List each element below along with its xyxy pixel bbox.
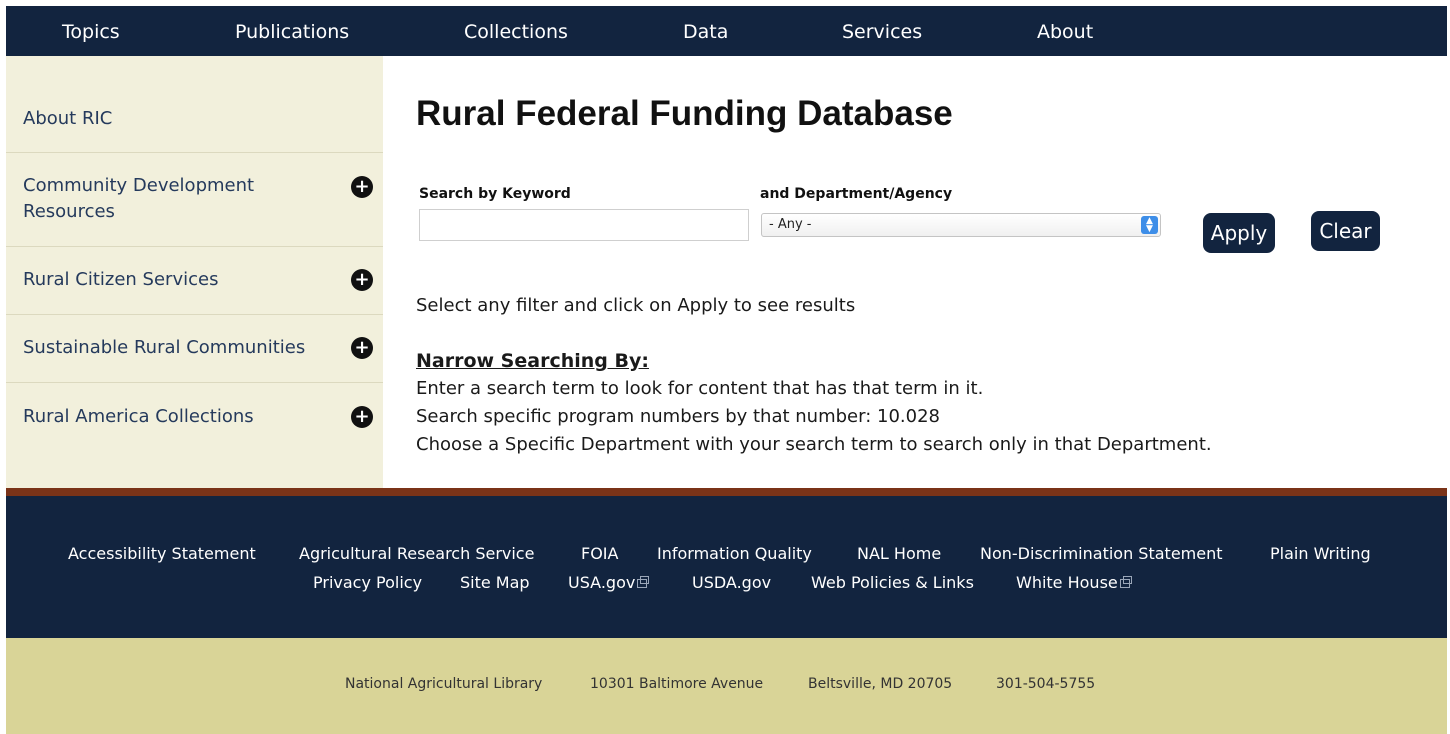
footer-link-web-policies[interactable]: Web Policies & Links xyxy=(811,573,974,592)
footer-link-usa-gov[interactable]: USA.gov xyxy=(568,573,650,592)
external-link-icon xyxy=(637,576,650,588)
department-select-value: - Any - xyxy=(769,217,812,232)
footer-link-usda-gov[interactable]: USDA.gov xyxy=(692,573,771,592)
main-content: Rural Federal Funding Database Search by… xyxy=(383,56,1447,488)
external-link-icon xyxy=(1119,576,1132,588)
plus-circle-icon[interactable]: + xyxy=(351,406,373,428)
keyword-label: Search by Keyword xyxy=(419,186,571,202)
footer-divider xyxy=(6,488,1447,496)
address-bar: National Agricultural Library 10301 Balt… xyxy=(6,638,1447,734)
address-org: National Agricultural Library xyxy=(345,676,543,692)
keyword-search-input[interactable] xyxy=(419,209,749,241)
plus-circle-icon[interactable]: + xyxy=(351,176,373,198)
sidebar-item-rural-citizen-services[interactable]: Rural Citizen Services + xyxy=(6,247,383,315)
nav-collections[interactable]: Collections xyxy=(464,6,568,56)
department-label: and Department/Agency xyxy=(760,186,953,202)
footer-link-label: White House xyxy=(1016,573,1118,592)
address-phone: 301-504-5755 xyxy=(996,676,1096,692)
nav-publications[interactable]: Publications xyxy=(235,6,349,56)
address-street: 10301 Baltimore Avenue xyxy=(590,676,764,692)
footer-link-label: USA.gov xyxy=(568,573,636,592)
footer-link-privacy-policy[interactable]: Privacy Policy xyxy=(313,573,422,592)
footer-link-plain-writing[interactable]: Plain Writing xyxy=(1270,544,1371,563)
sidebar-item-community-development[interactable]: Community Development Resources + xyxy=(6,153,383,247)
select-arrows-icon: ▲ ▼ xyxy=(1141,216,1158,234)
nav-topics[interactable]: Topics xyxy=(62,6,120,56)
filter-hint: Select any filter and click on Apply to … xyxy=(416,295,856,316)
footer-link-ars[interactable]: Agricultural Research Service xyxy=(299,544,534,563)
nav-about[interactable]: About xyxy=(1037,6,1093,56)
address-city: Beltsville, MD 20705 xyxy=(808,676,953,692)
page-title: Rural Federal Funding Database xyxy=(416,94,953,133)
nav-data[interactable]: Data xyxy=(683,6,728,56)
footer-link-information-quality[interactable]: Information Quality xyxy=(657,544,812,563)
narrow-tip-line: Search specific program numbers by that … xyxy=(416,406,940,427)
page-frame: Topics Publications Collections Data Ser… xyxy=(6,6,1447,734)
clear-button[interactable]: Clear xyxy=(1311,211,1380,251)
narrow-tip-line: Enter a search term to look for content … xyxy=(416,378,984,399)
sidebar-item-rural-america-collections[interactable]: Rural America Collections + xyxy=(6,383,383,451)
sidebar-item-label: Rural Citizen Services xyxy=(23,269,219,290)
narrow-searching-heading: Narrow Searching By: xyxy=(416,350,649,372)
plus-circle-icon[interactable]: + xyxy=(351,337,373,359)
narrow-tip-line: Choose a Specific Department with your s… xyxy=(416,434,1212,455)
footer-link-non-discrimination[interactable]: Non-Discrimination Statement xyxy=(980,544,1223,563)
nav-services[interactable]: Services xyxy=(842,6,922,56)
footer-links: Accessibility Statement Agricultural Res… xyxy=(6,496,1447,638)
sidebar: About RIC Community Development Resource… xyxy=(6,56,383,488)
footer-link-white-house[interactable]: White House xyxy=(1016,573,1132,592)
footer-link-foia[interactable]: FOIA xyxy=(581,544,618,563)
sidebar-item-label: Rural America Collections xyxy=(23,406,254,427)
department-select[interactable]: - Any - ▲ ▼ xyxy=(761,213,1161,237)
apply-button[interactable]: Apply xyxy=(1203,213,1275,253)
sidebar-item-label: Community Development Resources xyxy=(23,175,255,222)
footer-link-nal-home[interactable]: NAL Home xyxy=(857,544,941,563)
sidebar-item-sustainable-rural-communities[interactable]: Sustainable Rural Communities + xyxy=(6,315,383,383)
footer-link-accessibility[interactable]: Accessibility Statement xyxy=(68,544,256,563)
sidebar-item-label: Sustainable Rural Communities xyxy=(23,337,306,358)
plus-circle-icon[interactable]: + xyxy=(351,269,373,291)
top-navigation: Topics Publications Collections Data Ser… xyxy=(6,6,1447,56)
sidebar-item-label: About RIC xyxy=(23,108,113,129)
footer-link-site-map[interactable]: Site Map xyxy=(460,573,530,592)
sidebar-item-about-ric[interactable]: About RIC xyxy=(6,56,383,153)
